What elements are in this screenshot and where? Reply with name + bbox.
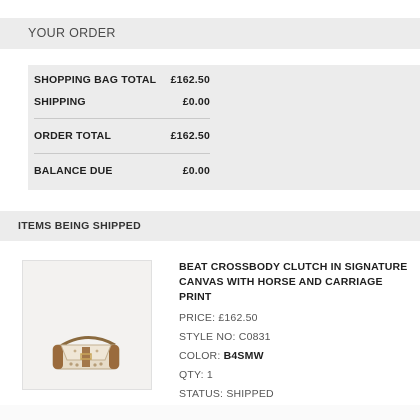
items-being-shipped-header: ITEMS BEING SHIPPED xyxy=(0,211,420,241)
product-price: PRICE: £162.50 xyxy=(179,312,258,324)
color-label: COLOR: xyxy=(179,350,221,362)
shopping-bag-total-row: SHOPPING BAG TOTAL £162.50 xyxy=(34,69,210,91)
shipping-label: SHIPPING xyxy=(34,96,86,108)
shipping-row: SHIPPING £0.00 xyxy=(34,91,210,113)
price-value: £162.50 xyxy=(218,312,258,324)
color-value: B4SMW xyxy=(223,350,264,362)
order-confirmation-page: YOUR ORDER SHOPPING BAG TOTAL £162.50 SH… xyxy=(0,0,420,420)
your-order-title: YOUR ORDER xyxy=(28,26,116,40)
balance-due-value: £0.00 xyxy=(182,165,210,177)
your-order-header: YOUR ORDER xyxy=(0,18,420,49)
summary-divider xyxy=(34,118,210,119)
product-color: COLOR: B4SMW xyxy=(179,350,264,362)
balance-due-row: BALANCE DUE £0.00 xyxy=(34,160,210,182)
order-total-row: ORDER TOTAL £162.50 xyxy=(34,125,210,147)
summary-divider xyxy=(34,153,210,154)
order-summary-box: SHOPPING BAG TOTAL £162.50 SHIPPING £0.0… xyxy=(28,65,420,190)
bottom-strip xyxy=(0,405,420,420)
product-style: STYLE NO: C0831 xyxy=(179,331,271,343)
product-qty: QTY: 1 xyxy=(179,369,213,381)
items-being-shipped-title: ITEMS BEING SHIPPED xyxy=(18,220,141,232)
price-label: PRICE: xyxy=(179,312,216,324)
qty-value: 1 xyxy=(206,369,213,381)
status-label: STATUS: xyxy=(179,388,224,400)
product-status: STATUS: SHIPPED xyxy=(179,388,274,400)
shipping-value: £0.00 xyxy=(182,96,210,108)
handbag-photo-icon xyxy=(23,261,151,389)
style-value: C0831 xyxy=(238,331,271,343)
shopping-bag-total-label: SHOPPING BAG TOTAL xyxy=(34,74,157,86)
product-name[interactable]: BEAT CROSSBODY CLUTCH IN SIGNATURE CANVA… xyxy=(179,260,409,305)
product-image[interactable] xyxy=(22,260,152,390)
order-total-label: ORDER TOTAL xyxy=(34,130,112,142)
balance-due-label: BALANCE DUE xyxy=(34,165,113,177)
order-total-value: £162.50 xyxy=(170,130,210,142)
style-label: STYLE NO: xyxy=(179,331,236,343)
shopping-bag-total-value: £162.50 xyxy=(170,74,210,86)
qty-label: QTY: xyxy=(179,369,204,381)
status-value: SHIPPED xyxy=(226,388,274,400)
